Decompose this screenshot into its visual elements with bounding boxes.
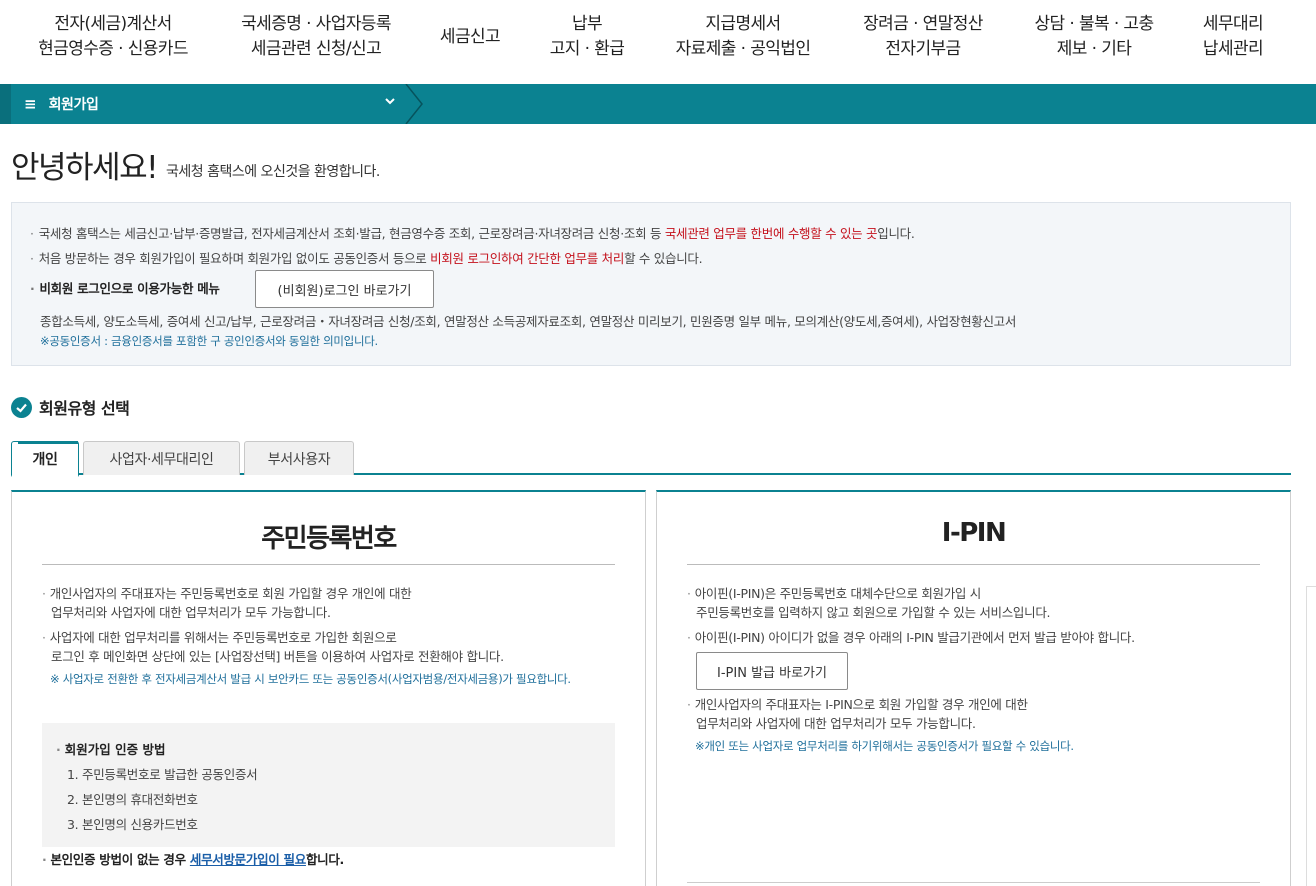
auth-method-item: 2. 본인명의 휴대전화번호 — [67, 792, 198, 807]
resident-number-panel[interactable]: 주민등록번호 · 개인사업자의 주대표자는 주민등록번호로 회원 가입할 경우 개… — [11, 490, 646, 886]
location-menu-button[interactable]: ≡ 회원가입 — [24, 84, 414, 124]
divider — [687, 564, 1260, 565]
info-line-1: · 국세청 홈택스는 세금신고·납부·증명발급, 전자세금계산서 조회·발급, 현… — [30, 226, 915, 241]
hamburger-icon: ≡ — [24, 95, 37, 113]
nav-item-incentive[interactable]: 장려금 · 연말정산전자기부금 — [856, 12, 990, 62]
auth-method-heading: · 회원가입 인증 방법 — [56, 742, 166, 757]
location-bar: ≡ 회원가입 — [0, 84, 1316, 124]
nonmember-login-button[interactable]: (비회원)로그인 바로가기 — [255, 270, 434, 308]
page-title: 안녕하세요! — [11, 150, 159, 186]
breadcrumb-separator-icon — [405, 84, 423, 124]
auth-method-box: · 회원가입 인증 방법 1. 주민등록번호로 발급한 공동인증서 2. 본인명의… — [42, 723, 615, 847]
ipin-para-3: · 개인사업자의 주대표자는 I-PIN으로 회원 가입할 경우 개인에 대한 업무… — [687, 697, 1028, 731]
visit-signup-text: · 본인인증 방법이 없는 경우 세무서방문가입이 필요합니다. — [42, 852, 344, 867]
tab-individual[interactable]: 개인 — [11, 441, 79, 477]
ipin-para-2: · 아이핀(I-PIN) 아이디가 없을 경우 아래의 I-PIN 발급기관에서 … — [687, 630, 1135, 645]
nav-item-consult[interactable]: 상담 · 불복 · 고충제보 · 기타 — [1026, 12, 1162, 62]
nav-label: 세금신고 — [439, 27, 501, 47]
divider — [42, 564, 615, 565]
member-type-tabs: 개인 사업자·세무대리인 부서사용자 — [11, 441, 1291, 477]
nav-item-payment[interactable]: 납부고지 · 환급 — [544, 12, 630, 62]
nav-label: 상담 · 불복 · 고충 — [1034, 14, 1154, 34]
nav-item-payment-statement[interactable]: 지급명세서자료제출 · 공익법인 — [668, 12, 818, 62]
auth-method-item: 1. 주민등록번호로 발급한 공동인증서 — [67, 767, 258, 782]
resident-para-2: · 사업자에 대한 업무처리를 위해서는 주민등록번호로 가입한 회원으로 로그인 … — [42, 630, 504, 664]
ipin-panel[interactable]: I-PIN · 아이핀(I-PIN)은 주민등록번호 대체수단으로 회원가입 시주… — [656, 490, 1291, 886]
nav-label: 제보 · 기타 — [1056, 39, 1132, 59]
scroll-edge — [1306, 586, 1316, 886]
auth-method-item: 3. 본인명의 신용카드번호 — [67, 817, 198, 832]
ipin-issue-button[interactable]: I-PIN 발급 바로가기 — [696, 652, 848, 690]
nav-item-tax-agent[interactable]: 세무대리납세관리 — [1196, 12, 1270, 62]
resident-note: ※ 사업자로 전환한 후 전자세금계산서 발급 시 보안카드 또는 공동인증서(… — [50, 672, 571, 686]
nav-item-certificate[interactable]: 국세증명 · 사업자등록세금관련 신청/신고 — [234, 12, 398, 62]
nav-label: 납부 — [571, 14, 603, 34]
nav-label: 세무대리 — [1202, 14, 1264, 34]
top-navigation: 전자(세금)계산서현금영수증 · 신용카드 국세증명 · 사업자등록세금관련 신… — [0, 0, 1316, 84]
nav-item-tax-report[interactable]: 세금신고 — [432, 25, 508, 50]
section-heading: 회원유형 선택 — [11, 395, 130, 419]
nav-label: 고지 · 환급 — [549, 39, 625, 59]
nav-label: 지급명세서 — [705, 14, 781, 34]
nav-label: 전자(세금)계산서 — [54, 14, 172, 34]
ipin-para-1: · 아이핀(I-PIN)은 주민등록번호 대체수단으로 회원가입 시 주민등록번호를… — [687, 586, 1051, 620]
tab-department[interactable]: 부서사용자 — [244, 441, 354, 475]
nav-item-e-invoice[interactable]: 전자(세금)계산서현금영수증 · 신용카드 — [32, 12, 194, 62]
location-bar-edge — [0, 84, 11, 124]
tab-business[interactable]: 사업자·세무대리인 — [83, 441, 240, 475]
chevron-down-icon — [384, 95, 396, 111]
info-box: · 국세청 홈택스는 세금신고·납부·증명발급, 전자세금계산서 조회·발급, 현… — [11, 202, 1291, 366]
nav-label: 전자기부금 — [885, 39, 961, 59]
nav-label: 세금관련 신청/신고 — [250, 39, 382, 59]
nav-label: 현금영수증 · 신용카드 — [38, 39, 188, 59]
page-subtitle: 국세청 홈택스에 오신것을 환영합니다. — [166, 164, 380, 180]
certificate-note: ※공동인증서 : 금융인증서를 포함한 구 공인인증서와 동일한 의미입니다. — [40, 334, 378, 348]
divider — [687, 882, 1260, 883]
resident-panel-title: 주민등록번호 — [261, 524, 397, 554]
nav-label: 납세관리 — [1202, 39, 1264, 59]
nonmember-menu-list: 종합소득세, 양도소득세, 증여세 신고/납부, 근로장려금・자녀장려금 신청/… — [40, 314, 1017, 329]
check-circle-icon — [11, 396, 32, 418]
info-line-2: · 처음 방문하는 경우 회원가입이 필요하며 회원가입 없이도 공동인증서 등으… — [30, 251, 703, 266]
nav-label: 자료제출 · 공익법인 — [675, 39, 811, 59]
resident-para-1: · 개인사업자의 주대표자는 주민등록번호로 회원 가입할 경우 개인에 대한 업무… — [42, 586, 412, 620]
nav-label: 국세증명 · 사업자등록 — [241, 14, 391, 34]
info-line-3: · 비회원 로그인으로 이용가능한 메뉴 — [30, 281, 220, 296]
section-title: 회원유형 선택 — [39, 399, 130, 418]
nav-label: 장려금 · 연말정산 — [863, 14, 983, 34]
visit-signup-link[interactable]: 세무서방문가입이 필요 — [190, 852, 306, 867]
location-label: 회원가입 — [48, 97, 99, 113]
ipin-note: ※개인 또는 사업자로 업무처리를 하기위해서는 공동인증서가 필요할 수 있습… — [695, 739, 1074, 753]
ipin-panel-title: I-PIN — [941, 518, 1007, 548]
